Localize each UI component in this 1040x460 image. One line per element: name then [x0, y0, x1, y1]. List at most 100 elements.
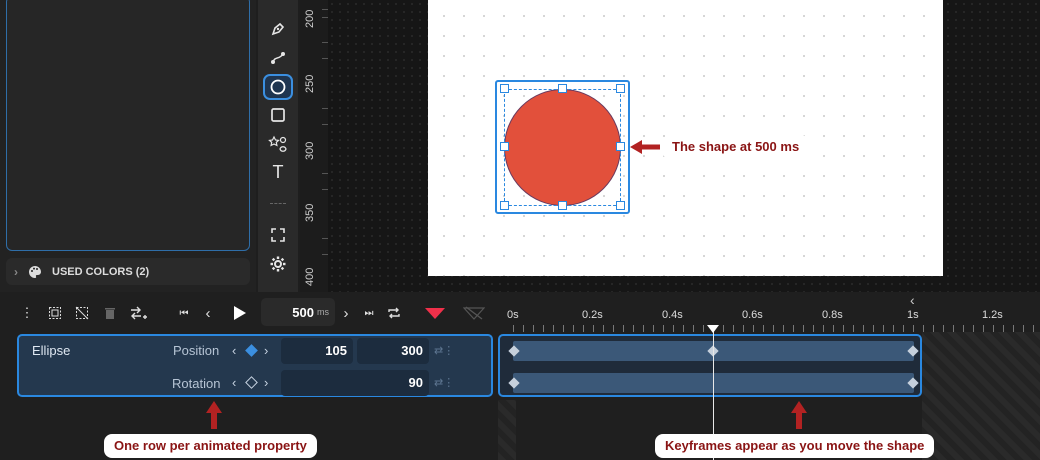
time-tick — [853, 325, 854, 332]
time-tick — [723, 325, 724, 332]
time-tick — [613, 325, 614, 332]
time-label: 0.2s — [582, 309, 603, 321]
time-tick — [1033, 325, 1034, 332]
time-tick — [533, 325, 534, 332]
time-tick — [623, 325, 624, 332]
skip-end-icon[interactable]: ⏭ — [362, 303, 376, 323]
text-icon[interactable]: T — [263, 159, 293, 185]
time-tick — [813, 325, 814, 332]
palette-icon — [29, 265, 41, 278]
layers-panel[interactable] — [6, 0, 250, 251]
time-tick — [1013, 325, 1014, 332]
layer-name: Ellipse — [32, 343, 71, 358]
rectangle-icon[interactable] — [263, 102, 293, 128]
time-tick — [733, 325, 734, 332]
ruler-mark: 350 — [304, 203, 316, 222]
time-tick — [583, 325, 584, 332]
position-y-field[interactable]: 300 — [357, 338, 429, 364]
time-tick — [903, 325, 904, 332]
used-colors-label: USED COLORS (2) — [52, 265, 150, 278]
next-keyframe-icon[interactable]: › — [264, 375, 268, 390]
prev-keyframe-icon[interactable]: ‹ — [232, 343, 236, 358]
chevron-right-icon[interactable]: › — [14, 265, 18, 279]
property-label: Position — [173, 343, 220, 358]
resize-handle[interactable] — [558, 201, 567, 210]
time-tick — [993, 325, 994, 332]
add-keyframe-icon[interactable] — [424, 303, 446, 323]
time-tick — [773, 325, 774, 332]
step-back-icon[interactable]: ‹ — [202, 303, 214, 323]
arrow-left-icon — [630, 140, 660, 154]
time-label: 0s — [507, 309, 519, 321]
time-tick — [543, 325, 544, 332]
prev-keyframe-icon[interactable]: ‹ — [232, 375, 236, 390]
ruler-mark: 400 — [304, 267, 316, 286]
time-tick — [633, 325, 634, 332]
playhead-handle[interactable] — [707, 325, 719, 333]
arrow-up-icon — [206, 401, 222, 429]
arrow-up-icon — [791, 401, 807, 429]
time-tick — [863, 325, 864, 332]
ungroup-icon[interactable] — [73, 303, 91, 323]
easing-icon[interactable]: ⇄⋮ — [434, 344, 454, 357]
time-tick — [703, 325, 704, 332]
add-transition-icon[interactable] — [128, 303, 148, 323]
skip-start-icon[interactable]: ⏮ — [177, 303, 191, 323]
resize-handle[interactable] — [616, 201, 625, 210]
resize-handle[interactable] — [558, 84, 567, 93]
time-tick — [923, 325, 924, 332]
time-tick — [593, 325, 594, 332]
time-ruler[interactable] — [498, 300, 1040, 334]
collapse-chevron-icon[interactable]: ‹ — [910, 292, 915, 308]
resize-handle[interactable] — [616, 84, 625, 93]
path-icon[interactable] — [263, 45, 293, 71]
used-colors-section[interactable]: › USED COLORS (2) — [6, 258, 250, 285]
step-forward-icon[interactable]: › — [340, 303, 352, 323]
trash-icon[interactable] — [101, 303, 119, 323]
time-tick — [873, 325, 874, 332]
time-tick — [673, 325, 674, 332]
group-icon[interactable] — [46, 303, 64, 323]
fit-icon[interactable] — [263, 222, 293, 248]
time-input[interactable]: 500 ms — [261, 298, 335, 326]
next-keyframe-icon[interactable]: › — [264, 343, 268, 358]
time-label: 0.4s — [662, 309, 683, 321]
rotation-field[interactable]: 90 — [281, 370, 429, 396]
time-unit: ms — [317, 307, 329, 317]
time-tick — [743, 325, 744, 332]
resize-handle[interactable] — [500, 142, 509, 151]
time-tick — [983, 325, 984, 332]
callout-rows: One row per animated property — [104, 434, 317, 458]
time-label: 1s — [907, 309, 919, 321]
time-tick — [1003, 325, 1004, 332]
shapes-icon[interactable] — [263, 131, 293, 157]
time-tick — [953, 325, 954, 332]
time-value: 500 — [292, 304, 314, 320]
pen-icon[interactable] — [263, 16, 293, 42]
loop-icon[interactable] — [386, 303, 402, 323]
time-tick — [933, 325, 934, 332]
resize-handle[interactable] — [616, 142, 625, 151]
position-x-field[interactable]: 105 — [281, 338, 353, 364]
more-options-icon[interactable]: ⋮ — [20, 303, 34, 323]
settings-icon[interactable] — [263, 251, 293, 277]
play-icon[interactable] — [230, 303, 250, 323]
callout-shape: The shape at 500 ms — [662, 135, 810, 159]
time-tick — [553, 325, 554, 332]
resize-handle[interactable] — [500, 84, 509, 93]
ellipse-icon[interactable] — [263, 74, 293, 100]
time-tick — [973, 325, 974, 332]
resize-handle[interactable] — [500, 201, 509, 210]
time-tick — [763, 325, 764, 332]
time-tick — [643, 325, 644, 332]
remove-keyframe-icon[interactable] — [463, 303, 485, 323]
time-tick — [523, 325, 524, 332]
ruler-mark: 250 — [304, 74, 316, 93]
time-tick — [513, 325, 514, 332]
drawing-toolbar: T — [258, 0, 298, 292]
easing-icon[interactable]: ⇄⋮ — [434, 376, 454, 389]
callout-keyframes: Keyframes appear as you move the shape — [655, 434, 935, 458]
time-tick — [963, 325, 964, 332]
ruler-mark: 200 — [304, 9, 316, 28]
selection-box[interactable] — [495, 80, 630, 214]
